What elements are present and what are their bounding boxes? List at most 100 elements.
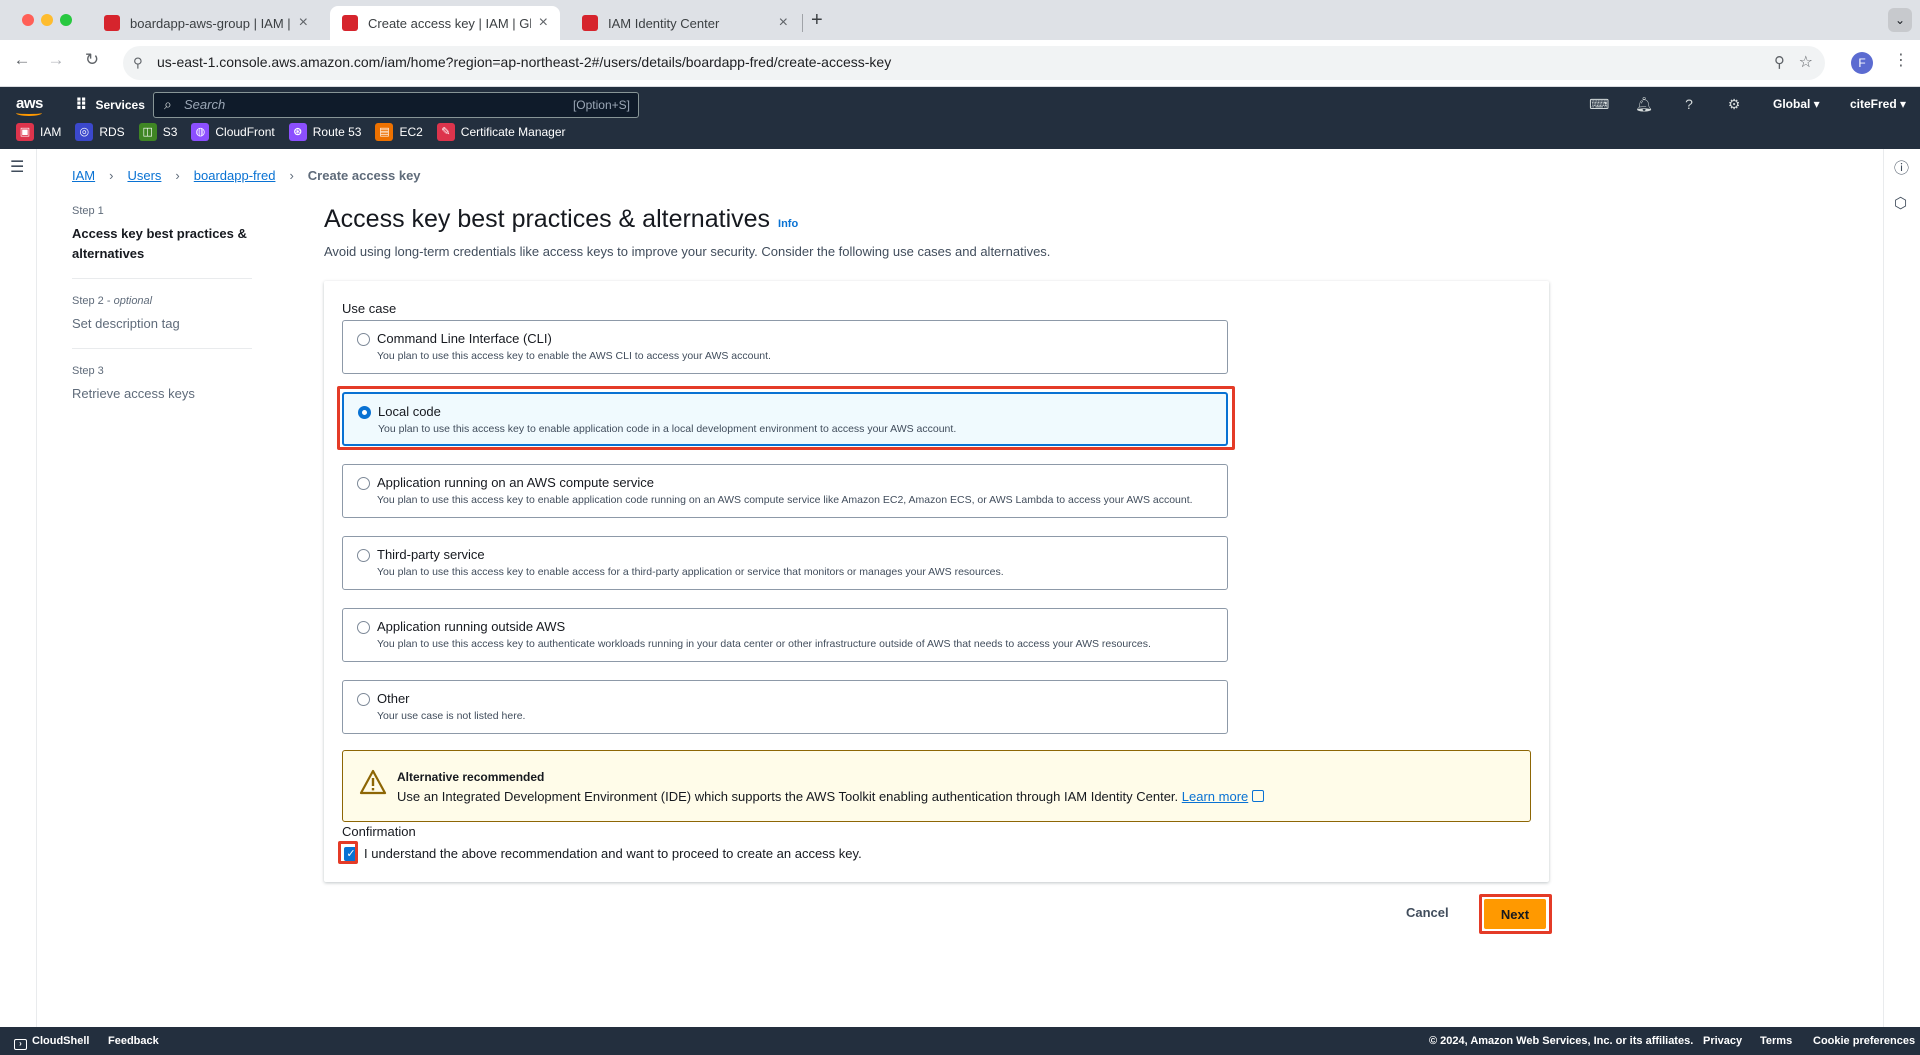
account-menu[interactable]: citeFred ▾ [1850,97,1906,111]
learn-more-link[interactable]: Learn more [1182,789,1248,804]
radio-button[interactable] [357,693,370,706]
favorite-label: EC2 [399,125,423,139]
cloudfront-icon: ◍ [191,123,210,141]
use-case-option-other[interactable]: Other Your use case is not listed here. [342,680,1228,734]
profile-avatar[interactable]: F [1851,52,1873,74]
new-tab-button[interactable]: + [811,9,823,32]
step-number: Step 1 [72,205,104,217]
cloudshell-button[interactable]: › CloudShell [14,1035,89,1050]
favorite-cloudfront[interactable]: ◍ CloudFront [191,123,275,141]
site-info-icon[interactable]: ⚲ [133,55,143,71]
cancel-button[interactable]: Cancel [1406,905,1449,920]
search-shortcut-hint: [Option+S] [572,98,630,112]
region-selector[interactable]: Global ▾ [1773,97,1820,111]
right-side-panel: ⓘ ⬡ [1883,149,1920,1027]
wizard-step-3[interactable]: Step 3 Retrieve access keys [72,365,252,418]
option-description: Your use case is not listed here. [377,710,526,722]
use-case-container: Use case Command Line Interface (CLI) Yo… [324,281,1549,882]
tab-label: IAM Identity Center [608,15,720,31]
external-link-icon [1252,790,1265,802]
feedback-link[interactable]: Feedback [108,1035,159,1047]
back-icon[interactable]: ← [10,50,34,70]
option-title: Third-party service [377,547,485,562]
wizard-step-1: Step 1 Access key best practices & alter… [72,205,252,279]
radio-button[interactable] [357,621,370,634]
favorite-ec2[interactable]: ▤ EC2 [375,123,423,141]
ec2-icon: ▤ [375,123,394,141]
zoom-icon[interactable]: ⚲ [1774,53,1785,71]
close-window-button[interactable] [22,14,34,26]
breadcrumb: IAM › Users › boardapp-fred › Create acc… [72,168,421,183]
radio-button[interactable] [357,333,370,346]
radio-button[interactable] [357,477,370,490]
favorite-rds[interactable]: ◎ RDS [75,123,125,141]
reload-icon[interactable]: ↻ [80,50,104,70]
browser-menu-icon[interactable]: ⋮ [1893,50,1909,70]
option-title: Command Line Interface (CLI) [377,331,552,346]
use-case-option-aws-compute[interactable]: Application running on an AWS compute se… [342,464,1228,518]
terms-link[interactable]: Terms [1760,1035,1792,1047]
option-description: You plan to use this access key to enabl… [377,350,771,362]
notifications-bell-icon[interactable]: 🔔︎ [1634,96,1654,113]
browser-tab-boardapp-group[interactable]: boardapp-aws-group | IAM | Gl × [92,6,320,40]
tab-search-button[interactable]: ⌄ [1888,8,1912,32]
alternative-recommended-alert: Alternative recommended Use an Integrate… [342,750,1531,822]
favorite-route53[interactable]: ⊛ Route 53 [288,123,362,141]
breadcrumb-iam-link[interactable]: IAM [72,168,95,183]
services-menu-button[interactable]: ⠿ Services [75,95,145,115]
use-case-option-cli[interactable]: Command Line Interface (CLI) You plan to… [342,320,1228,374]
console-search[interactable]: ⌕ [Option+S] [153,92,639,118]
privacy-link[interactable]: Privacy [1703,1035,1742,1047]
info-link[interactable]: Info [778,218,798,230]
warning-icon [359,769,387,798]
services-label: Services [95,98,145,112]
url-field[interactable]: ⚲ us-east-1.console.aws.amazon.com/iam/h… [123,46,1825,80]
highlight-box [337,386,1235,450]
tab-divider [802,14,803,32]
tools-panel-icon[interactable]: ⬡ [1894,194,1907,212]
browser-tab-iam-identity-center[interactable]: IAM Identity Center × [570,6,800,40]
route53-icon: ⊛ [288,123,307,141]
bookmark-star-icon[interactable]: ☆ [1799,52,1813,72]
breadcrumb-users-link[interactable]: Users [127,168,161,183]
favorite-s3[interactable]: ◫ S3 [138,123,177,141]
search-input[interactable] [184,97,514,112]
url-text[interactable]: us-east-1.console.aws.amazon.com/iam/hom… [157,54,891,70]
close-tab-icon[interactable]: × [779,14,788,32]
step-name: Retrieve access keys [72,386,195,401]
use-case-option-third-party[interactable]: Third-party service You plan to use this… [342,536,1228,590]
forward-icon[interactable]: → [44,50,68,70]
radio-button[interactable] [357,549,370,562]
minimize-window-button[interactable] [41,14,53,26]
favorite-certificate-manager[interactable]: ✎ Certificate Manager [436,123,566,141]
wizard-step-2[interactable]: Step 2 - optional Set description tag [72,295,252,349]
breadcrumb-user-link[interactable]: boardapp-fred [194,168,276,183]
use-case-option-outside-aws[interactable]: Application running outside AWS You plan… [342,608,1228,662]
close-tab-icon[interactable]: × [299,14,308,32]
rds-icon: ◎ [75,123,94,141]
chevron-right-icon: › [109,168,114,183]
close-tab-icon[interactable]: × [539,14,548,32]
favorite-label: RDS [99,125,125,139]
browser-tab-create-access-key[interactable]: Create access key | IAM | Glob × [330,6,560,40]
info-panel-icon[interactable]: ⓘ [1894,157,1909,178]
favorite-iam[interactable]: ▣ IAM [16,123,61,141]
maximize-window-button[interactable] [60,14,72,26]
hamburger-menu-icon[interactable]: ☰ [10,157,24,177]
step-number: Step 3 [72,365,104,377]
favorite-label: Route 53 [312,125,362,139]
confirmation-label: Confirmation [342,824,416,839]
wizard-steps: Step 1 Access key best practices & alter… [72,205,252,434]
cloudshell-icon: › [14,1039,27,1050]
option-title: Other [377,691,410,706]
confirmation-text[interactable]: I understand the above recommendation an… [364,846,862,861]
copyright-text: © 2024, Amazon Web Services, Inc. or its… [1429,1035,1694,1047]
cloudshell-icon[interactable]: ⌨ [1589,96,1609,113]
alert-body: Use an Integrated Development Environmen… [397,789,1265,804]
alert-title: Alternative recommended [397,770,545,784]
settings-gear-icon[interactable]: ⚙ [1724,96,1744,113]
step-name: Access key best practices & alternatives [72,226,247,261]
cookie-preferences-link[interactable]: Cookie preferences [1813,1035,1915,1047]
help-icon[interactable]: ? [1679,96,1699,112]
left-side-panel: ☰ [0,149,37,1027]
